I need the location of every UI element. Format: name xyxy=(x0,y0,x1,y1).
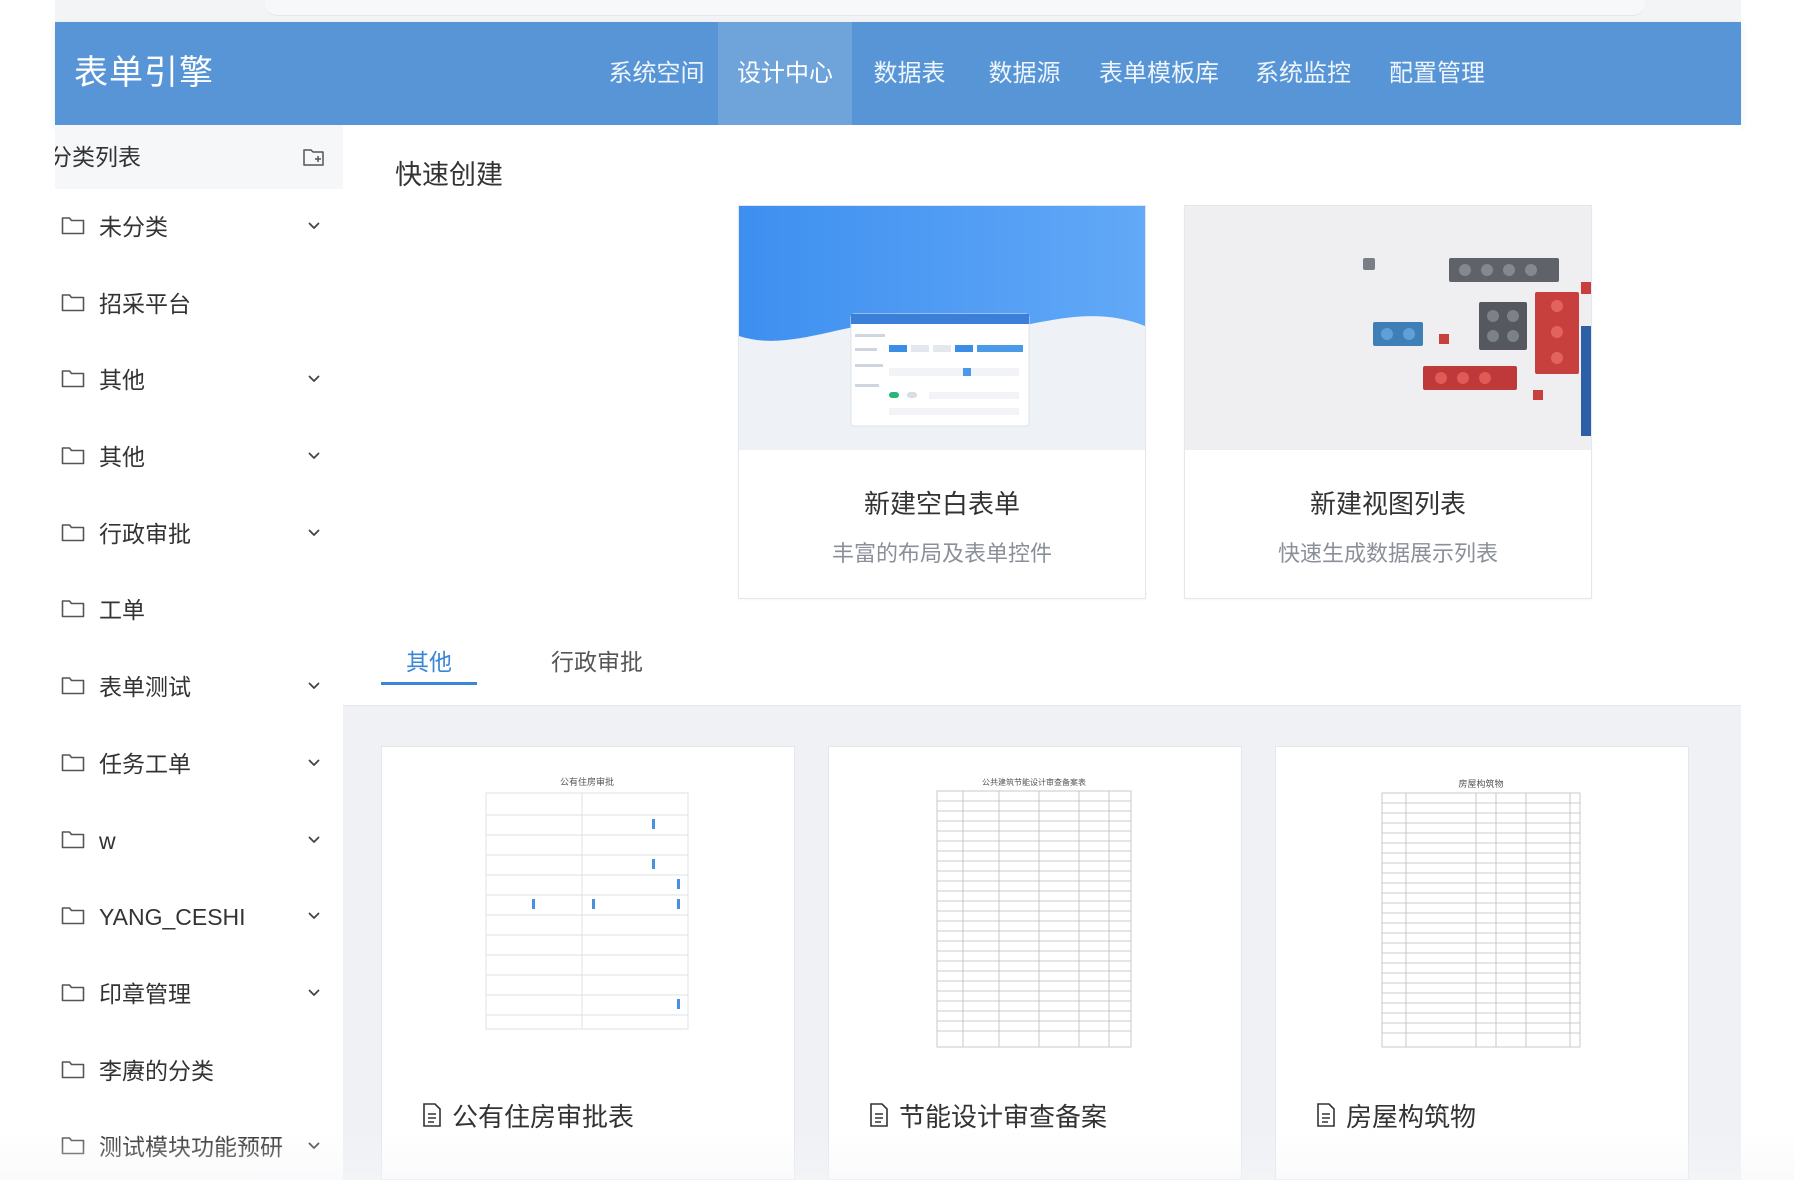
thumbnail-title: 房屋构筑物 xyxy=(1458,778,1503,790)
template-name: 节能设计审查备案 xyxy=(899,1101,1108,1132)
chevron-down-icon[interactable] xyxy=(308,681,320,691)
sidebar-category-item[interactable]: 其他 xyxy=(55,342,343,419)
app-window: 表单引擎 系统空间 设计中心 数据表 数据源 表单模板库 系统监控 配置管理 分… xyxy=(55,0,1741,1180)
folder-icon xyxy=(61,370,85,388)
sidebar-category-item[interactable]: 招采平台 xyxy=(55,266,343,343)
new-view-list-desc: 快速生成数据展示列表 xyxy=(1277,541,1498,566)
category-label: 其他 xyxy=(99,444,145,471)
main-content: 快速创建 新建空白表单 丰富的布局及表单控件 新建视图列表 快速生成数据展示列表… xyxy=(343,125,1741,1180)
template-thumbnail: 公共建筑节能设计审查备案表 xyxy=(929,775,1139,1053)
category-label: 测试模块功能预研 xyxy=(99,1134,283,1161)
tab-other[interactable]: 其他 xyxy=(381,635,477,685)
document-icon xyxy=(423,1103,441,1127)
new-blank-form-card[interactable]: 新建空白表单 丰富的布局及表单控件 xyxy=(738,205,1146,599)
folder-icon xyxy=(61,907,85,925)
category-label: w xyxy=(99,827,116,854)
template-grid: 公有住房审批 公有住房审批表 公共建筑节能设计审查备案表 节能设计审查备案 房屋… xyxy=(343,706,1741,1180)
category-label: 其他 xyxy=(99,367,145,394)
category-label: 未分类 xyxy=(99,214,168,240)
document-icon xyxy=(1317,1103,1335,1127)
category-label: 表单测试 xyxy=(99,674,191,701)
folder-icon xyxy=(61,754,85,772)
thumbnail-title: 公有住房审批 xyxy=(560,776,614,788)
template-name-wrap: 节能设计审查备案 xyxy=(869,1095,1107,1135)
template-card[interactable]: 房屋构筑物 房屋构筑物 xyxy=(1275,746,1689,1180)
template-thumbnail: 公有住房审批 xyxy=(482,775,692,1053)
sidebar-category-item[interactable]: w xyxy=(55,803,343,880)
folder-icon xyxy=(61,677,85,695)
chevron-down-icon[interactable] xyxy=(308,528,320,538)
new-blank-form-desc: 丰富的布局及表单控件 xyxy=(831,541,1052,566)
category-label: 李赓的分类 xyxy=(99,1057,214,1084)
category-label: 工单 xyxy=(99,597,145,624)
template-name: 公有住房审批表 xyxy=(452,1101,635,1132)
template-card[interactable]: 公有住房审批 公有住房审批表 xyxy=(381,746,795,1180)
new-blank-form-title: 新建空白表单 xyxy=(863,489,1020,519)
tab-admin-approval[interactable]: 行政审批 xyxy=(477,635,717,685)
folder-icon xyxy=(61,447,85,465)
folder-icon xyxy=(61,600,85,618)
folder-icon xyxy=(61,1137,85,1155)
chevron-down-icon[interactable] xyxy=(308,911,320,921)
chevron-down-icon[interactable] xyxy=(308,758,320,768)
sidebar-category-item[interactable]: 其他 xyxy=(55,419,343,496)
template-name: 房屋构筑物 xyxy=(1346,1101,1477,1132)
sidebar-category-item[interactable]: 行政审批 xyxy=(55,496,343,573)
blank-form-cover-image xyxy=(739,206,1145,450)
new-view-list-title: 新建视图列表 xyxy=(1309,489,1466,519)
category-label: 行政审批 xyxy=(99,520,191,547)
thumbnail-title: 公共建筑节能设计审查备案表 xyxy=(982,777,1086,787)
folder-icon xyxy=(61,293,85,311)
document-icon xyxy=(870,1103,888,1127)
sidebar-category-item[interactable]: 印章管理 xyxy=(55,956,343,1033)
folder-icon xyxy=(61,1060,85,1078)
chevron-down-icon[interactable] xyxy=(308,988,320,998)
nav-form-templates[interactable]: 表单模板库 xyxy=(1082,22,1236,125)
chevron-down-icon[interactable] xyxy=(308,451,320,461)
category-label: 招采平台 xyxy=(99,290,191,317)
sidebar-category-item[interactable]: 表单测试 xyxy=(55,649,343,726)
sidebar-category-item[interactable]: 工单 xyxy=(55,572,343,649)
template-category-tabs: 其他 行政审批 xyxy=(381,635,717,685)
view-list-cover-image xyxy=(1185,206,1591,450)
template-card[interactable]: 公共建筑节能设计审查备案表 节能设计审查备案 xyxy=(828,746,1242,1180)
chevron-down-icon[interactable] xyxy=(308,835,320,845)
category-label: YANG_CESHI xyxy=(99,904,246,931)
sidebar-category-item[interactable]: 未分类 xyxy=(55,189,343,266)
top-nav: 系统空间 设计中心 数据表 数据源 表单模板库 系统监控 配置管理 xyxy=(595,22,1504,125)
category-sidebar: 分类列表 未分类 招采平台 其他 其他 行政审批 工单 表单测试 任务工单 w YANG_CESH… xyxy=(55,125,343,1180)
sidebar-header: 分类列表 xyxy=(55,125,343,189)
browser-top-strip xyxy=(55,0,1741,22)
category-label: 任务工单 xyxy=(99,750,191,777)
template-name-wrap: 公有住房审批表 xyxy=(422,1095,634,1135)
folder-icon xyxy=(61,523,85,542)
sidebar-category-item[interactable]: 任务工单 xyxy=(55,726,343,803)
folder-icon xyxy=(61,830,85,848)
category-label: 印章管理 xyxy=(99,980,191,1007)
top-header: 表单引擎 系统空间 设计中心 数据表 数据源 表单模板库 系统监控 配置管理 xyxy=(55,22,1741,125)
chevron-down-icon[interactable] xyxy=(308,1141,320,1151)
sidebar-category-item[interactable]: 李赓的分类 xyxy=(55,1033,343,1110)
folder-icon xyxy=(61,217,85,235)
nav-system-space[interactable]: 系统空间 xyxy=(595,22,718,125)
new-view-list-card[interactable]: 新建视图列表 快速生成数据展示列表 xyxy=(1184,205,1592,599)
sidebar-title: 分类列表 xyxy=(55,144,141,170)
nav-design-center[interactable]: 设计中心 xyxy=(718,22,852,125)
brand-title: 表单引擎 xyxy=(74,54,214,92)
category-list: 未分类 招采平台 其他 其他 行政审批 工单 表单测试 任务工单 w YANG_CESHI 印章管理… xyxy=(55,189,343,1180)
chevron-down-icon[interactable] xyxy=(308,221,320,231)
sidebar-category-item[interactable]: YANG_CESHI xyxy=(55,879,343,956)
template-thumbnail: 房屋构筑物 xyxy=(1376,775,1586,1053)
top-pill xyxy=(265,0,1645,16)
folder-icon xyxy=(61,984,85,1002)
nav-config-management[interactable]: 配置管理 xyxy=(1370,22,1504,125)
nav-system-monitor[interactable]: 系统监控 xyxy=(1236,22,1370,125)
template-name-wrap: 房屋构筑物 xyxy=(1316,1095,1476,1135)
chevron-down-icon[interactable] xyxy=(308,374,320,384)
sidebar-category-item[interactable]: 测试模块功能预研 xyxy=(55,1109,343,1180)
add-folder-icon[interactable] xyxy=(303,147,325,167)
nav-data-sources[interactable]: 数据源 xyxy=(967,22,1082,125)
nav-data-tables[interactable]: 数据表 xyxy=(852,22,967,125)
quick-create-title: 快速创建 xyxy=(395,160,503,190)
